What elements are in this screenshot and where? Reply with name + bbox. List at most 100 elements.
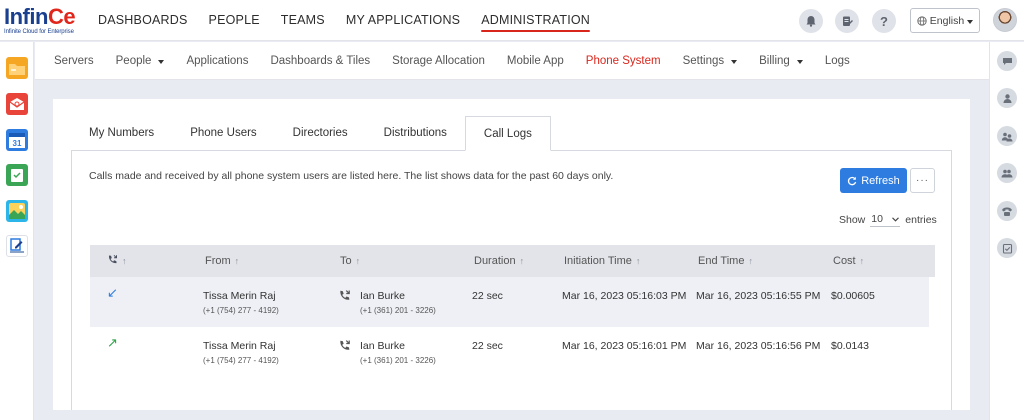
table-row[interactable]: ↙ Tissa Merin Raj (+1 (754) 277 - 4192) … <box>90 277 929 327</box>
topnav-people[interactable]: PEOPLE <box>209 0 260 41</box>
sort-icon: ↑ <box>234 256 240 266</box>
tab-directories[interactable]: Directories <box>275 116 366 151</box>
people-icon[interactable] <box>997 126 1017 146</box>
cost-cell: $0.00605 <box>831 290 875 302</box>
duration-cell: 22 sec <box>472 340 503 352</box>
sort-icon: ↑ <box>519 256 525 266</box>
column-header-duration[interactable]: Duration ↑ <box>474 245 524 277</box>
tab-my-numbers[interactable]: My Numbers <box>71 116 172 151</box>
topnav-administration[interactable]: ADMINISTRATION <box>481 0 590 41</box>
tab-call-logs[interactable]: Call Logs <box>464 116 551 151</box>
help-button[interactable]: ? <box>872 9 896 33</box>
subnav-dashboards-tiles[interactable]: Dashboards & Tiles <box>270 55 370 67</box>
from-name: Tissa Merin Raj <box>203 340 276 352</box>
to-cell: Ian Burke (+1 (361) 201 - 3226) <box>360 290 436 315</box>
from-cell: Tissa Merin Raj (+1 (754) 277 - 4192) <box>203 340 279 365</box>
phone-system-panel: My Numbers Phone Users Directories Distr… <box>53 99 970 410</box>
subnav-applications[interactable]: Applications <box>186 55 248 67</box>
end-time-cell: Mar 16, 2023 05:16:55 PM <box>696 290 821 302</box>
to-number: (+1 (361) 201 - 3226) <box>360 306 436 315</box>
table-row[interactable]: ↗ Tissa Merin Raj (+1 (754) 277 - 4192) … <box>90 327 929 377</box>
direction-glyph: ↗ <box>107 335 118 350</box>
call-logs-description: Calls made and received by all phone sys… <box>89 170 614 182</box>
column-header-from[interactable]: From ↑ <box>205 245 239 277</box>
end-time-cell: Mar 16, 2023 05:16:56 PM <box>696 340 821 352</box>
chat-icon[interactable] <box>997 51 1017 71</box>
duration-cell: 22 sec <box>472 290 503 302</box>
column-header-cost[interactable]: Cost ↑ <box>833 245 864 277</box>
more-options-button[interactable]: ··· <box>910 168 935 193</box>
entries-select[interactable]: 10 <box>870 212 901 227</box>
page-size-control: Show 10 entries <box>839 212 937 227</box>
checklist-icon[interactable] <box>997 238 1017 258</box>
help-icon: ? <box>880 13 888 29</box>
to-number: (+1 (361) 201 - 3226) <box>360 356 436 365</box>
brand-wordmark: InfinCe <box>4 4 76 29</box>
email-icon[interactable] <box>6 93 28 115</box>
to-name: Ian Burke <box>360 340 405 352</box>
brand-logo[interactable]: InfinCe Infinite Cloud for Enterprise <box>4 6 76 36</box>
cost-cell: $0.0143 <box>831 340 869 352</box>
topnav-teams[interactable]: TEAMS <box>281 0 325 41</box>
calendar-day: 31 <box>13 139 22 148</box>
tab-distributions[interactable]: Distributions <box>366 116 465 151</box>
refresh-button[interactable]: Refresh <box>840 168 907 193</box>
subnav-people[interactable]: People <box>116 55 165 67</box>
notifications-button[interactable] <box>799 9 823 33</box>
language-selector[interactable]: English <box>910 8 980 33</box>
show-label: Show <box>839 213 866 226</box>
refresh-icon <box>848 176 857 185</box>
forms-icon[interactable] <box>6 235 28 257</box>
subnav-logs[interactable]: Logs <box>825 55 850 67</box>
app-sidebar: 31 <box>0 42 34 420</box>
column-header-end-time[interactable]: End Time ↑ <box>698 245 753 277</box>
sort-icon: ↑ <box>122 256 127 266</box>
tasks-icon[interactable] <box>6 164 28 186</box>
user-avatar[interactable] <box>993 8 1017 32</box>
calendar-icon[interactable]: 31 <box>6 129 28 151</box>
phone-icon <box>338 339 351 355</box>
subnav-storage-allocation[interactable]: Storage Allocation <box>392 55 485 67</box>
initiation-time-cell: Mar 16, 2023 05:16:03 PM <box>562 290 687 302</box>
initiation-time-cell: Mar 16, 2023 05:16:01 PM <box>562 340 687 352</box>
entries-value: 10 <box>871 213 883 225</box>
tasks-button[interactable] <box>835 9 859 33</box>
subnav-phone-system[interactable]: Phone System <box>586 55 661 67</box>
phone-direction-icon <box>108 254 117 264</box>
bell-icon <box>806 16 816 27</box>
column-header-initiation-time[interactable]: Initiation Time ↑ <box>564 245 640 277</box>
subnav-servers[interactable]: Servers <box>54 55 94 67</box>
column-header-direction[interactable]: ↑ <box>107 245 127 277</box>
outgoing-call-icon: ↗ <box>107 335 118 351</box>
ellipsis-icon: ··· <box>916 175 929 186</box>
person-icon[interactable] <box>997 88 1017 108</box>
clipboard-edit-icon <box>843 16 853 26</box>
phone-icon[interactable] <box>997 201 1017 221</box>
direction-glyph: ↙ <box>107 285 118 300</box>
sort-icon: ↑ <box>748 256 753 266</box>
language-label: English <box>929 14 965 27</box>
table-header: ↑ From ↑ To ↑ Duration ↑ Initiation Time ↑ E… <box>90 245 935 277</box>
subnav-settings[interactable]: Settings <box>683 55 738 67</box>
from-name: Tissa Merin Raj <box>203 290 276 302</box>
chevron-down-icon <box>967 19 974 24</box>
photos-icon[interactable] <box>6 200 28 222</box>
top-nav: DASHBOARDS PEOPLE TEAMS MY APPLICATIONS … <box>98 0 611 41</box>
sort-icon: ↑ <box>355 256 361 266</box>
folder-icon[interactable] <box>6 57 28 79</box>
globe-icon <box>917 15 927 26</box>
topnav-dashboards[interactable]: DASHBOARDS <box>98 0 188 41</box>
from-number: (+1 (754) 277 - 4192) <box>203 356 279 365</box>
topnav-my-applications[interactable]: MY APPLICATIONS <box>346 0 460 41</box>
chevron-down-icon <box>731 59 738 64</box>
from-cell: Tissa Merin Raj (+1 (754) 277 - 4192) <box>203 290 279 315</box>
tab-phone-users[interactable]: Phone Users <box>172 116 274 151</box>
entries-label: entries <box>905 213 937 226</box>
to-name: Ian Burke <box>360 290 405 302</box>
column-header-to[interactable]: To ↑ <box>340 245 360 277</box>
group-icon[interactable] <box>997 163 1017 183</box>
brand-tagline: Infinite Cloud for Enterprise <box>4 29 74 35</box>
subnav-mobile-app[interactable]: Mobile App <box>507 55 564 67</box>
subnav-billing[interactable]: Billing <box>759 55 803 67</box>
phone-icon <box>338 289 351 305</box>
